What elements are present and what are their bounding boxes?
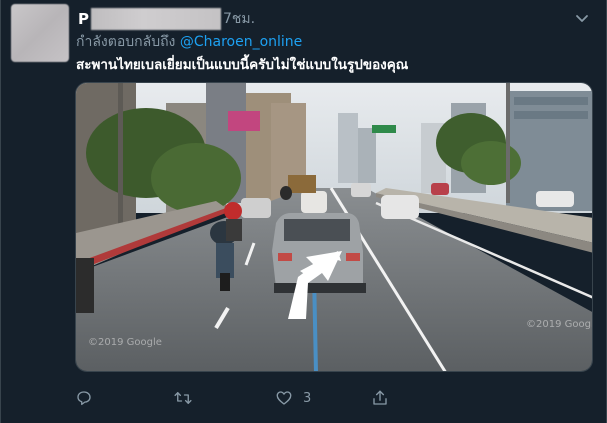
reply-icon bbox=[75, 389, 93, 407]
google-watermark-right: ©2019 Google bbox=[526, 319, 593, 330]
tweet-header: P 7ชม. bbox=[78, 8, 255, 30]
tweet-actions: 3 bbox=[75, 387, 405, 409]
google-watermark-left: ©2019 Google bbox=[88, 337, 162, 348]
street-view-photo: ©2019 Google ©2019 Google bbox=[76, 83, 593, 371]
avatar[interactable] bbox=[11, 4, 69, 62]
author-name-redaction bbox=[91, 8, 221, 30]
tweet-text: สะพานไทยเบลเยี่ยมเป็นแบบนี้ครับไม่ใช่แบบ… bbox=[76, 57, 409, 73]
retweet-icon bbox=[173, 389, 193, 407]
tweet-timestamp[interactable]: 7ชม. bbox=[223, 8, 255, 30]
like-count: 3 bbox=[303, 390, 312, 406]
author-name[interactable]: P bbox=[78, 10, 89, 28]
retweet-button[interactable] bbox=[173, 387, 193, 409]
chevron-down-icon[interactable] bbox=[574, 11, 590, 25]
tweet-photo[interactable]: ©2019 Google ©2019 Google bbox=[75, 82, 593, 372]
tweet-card[interactable]: P 7ชม. กำลังตอบกลับถึง @Charoen_online ส… bbox=[0, 0, 607, 423]
reply-prefix: กำลังตอบกลับถึง bbox=[76, 34, 176, 50]
like-button[interactable]: 3 bbox=[275, 387, 311, 409]
reply-button[interactable] bbox=[75, 387, 93, 409]
share-icon bbox=[371, 389, 389, 407]
heart-icon bbox=[275, 389, 293, 407]
share-button[interactable] bbox=[371, 387, 389, 409]
reply-mention-link[interactable]: @Charoen_online bbox=[180, 34, 302, 50]
reply-context: กำลังตอบกลับถึง @Charoen_online bbox=[76, 31, 302, 53]
